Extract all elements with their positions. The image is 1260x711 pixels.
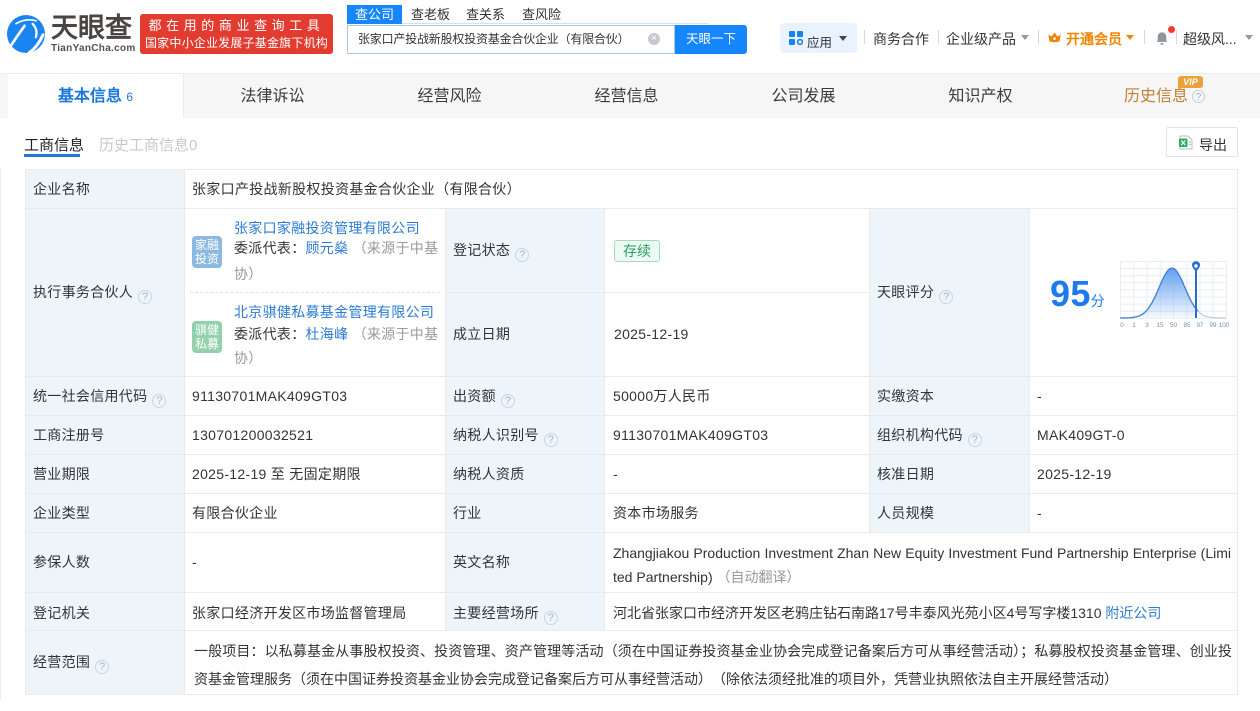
svg-text:97: 97: [1196, 322, 1204, 329]
svg-text:99: 99: [1209, 322, 1217, 329]
svg-text:85: 85: [1183, 322, 1191, 329]
svg-text:1: 1: [1132, 322, 1136, 329]
svg-text:100: 100: [1219, 322, 1230, 329]
svg-text:3: 3: [1145, 322, 1149, 329]
svg-text:50: 50: [1170, 322, 1178, 329]
svg-text:0: 0: [1120, 322, 1124, 329]
svg-text:15: 15: [1156, 322, 1164, 329]
